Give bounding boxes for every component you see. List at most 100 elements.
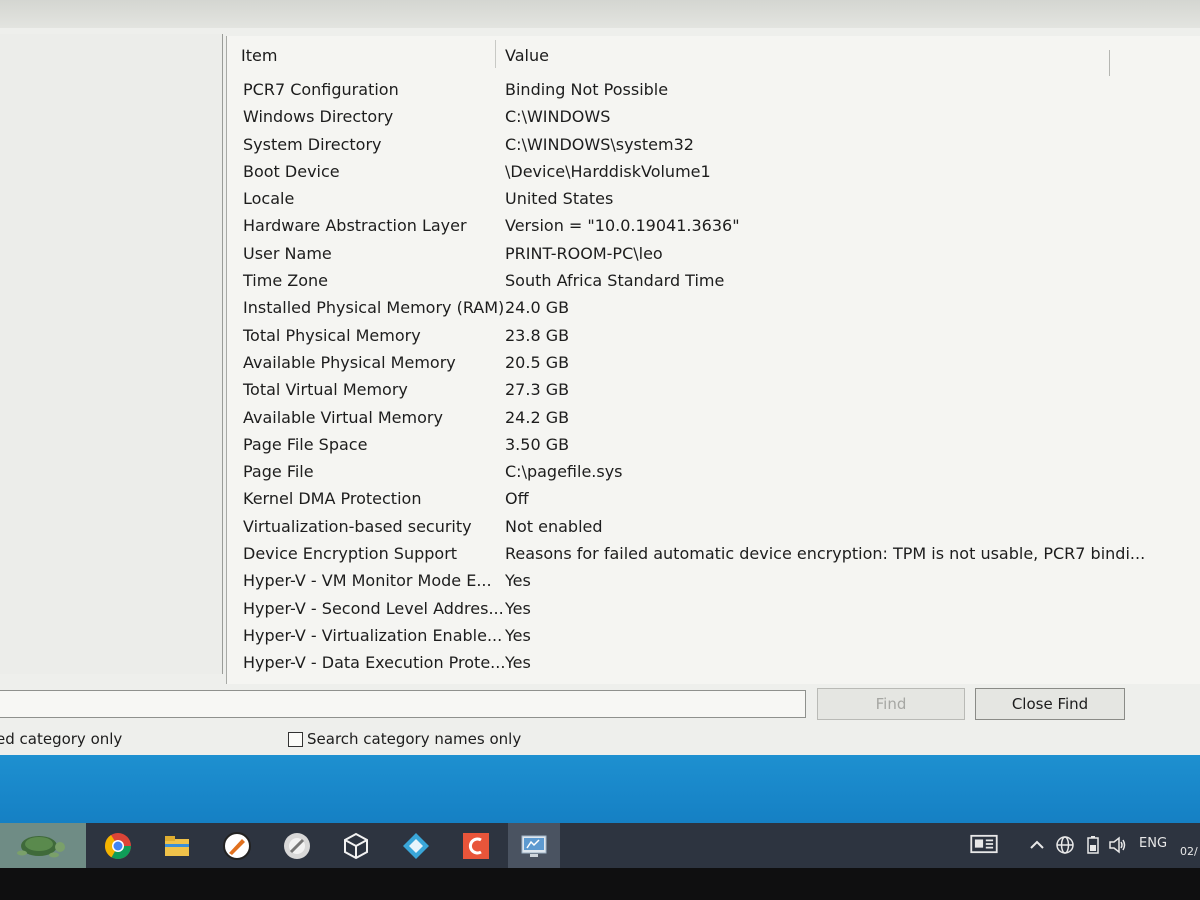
search-selected-category-label[interactable]: ed category only <box>0 730 122 748</box>
bottom-bezel <box>0 868 1200 900</box>
row-value-cell: United States <box>505 189 614 209</box>
table-row[interactable]: Total Virtual Memory 27.3 GB <box>227 376 1200 403</box>
row-item-cell: Windows Directory <box>243 107 394 127</box>
screen: Item Value PCR7 Configuration Binding Not… <box>0 0 1200 900</box>
table-row[interactable]: Hyper-V - Data Execution Prote... Yes <box>227 649 1200 676</box>
list-rows: PCR7 Configuration Binding Not Possible Wi… <box>227 76 1200 677</box>
find-what-input[interactable] <box>0 690 806 718</box>
row-value-cell: C:\WINDOWS\system32 <box>505 134 694 154</box>
table-row[interactable]: Locale United States <box>227 185 1200 212</box>
row-item-cell: Boot Device <box>243 161 340 181</box>
column-header-value[interactable]: Value <box>505 46 549 65</box>
table-row[interactable]: Device Encryption Support Reasons for fai… <box>227 540 1200 567</box>
row-item-cell: Installed Physical Memory (RAM) <box>243 298 505 318</box>
row-item-cell: Hardware Abstraction Layer <box>243 216 467 236</box>
network-globe-icon[interactable] <box>1055 835 1075 855</box>
table-row[interactable]: Kernel DMA Protection Off <box>227 485 1200 512</box>
3d-box-icon[interactable] <box>341 831 371 861</box>
table-row[interactable]: Total Physical Memory 23.8 GB <box>227 322 1200 349</box>
row-value-cell: Yes <box>505 625 531 645</box>
row-value-cell: Off <box>505 489 529 509</box>
row-item-cell: Total Physical Memory <box>243 325 421 345</box>
start-button[interactable] <box>0 823 86 868</box>
row-item-cell: System Directory <box>243 134 382 154</box>
table-row[interactable]: Hyper-V - VM Monitor Mode E... Yes <box>227 567 1200 594</box>
close-find-button[interactable]: Close Find <box>975 688 1125 720</box>
table-row[interactable]: Page File C:\pagefile.sys <box>227 458 1200 485</box>
row-value-cell: 24.0 GB <box>505 298 570 318</box>
desktop-background <box>0 755 1200 823</box>
file-explorer-icon[interactable] <box>162 831 192 861</box>
table-row[interactable]: Available Virtual Memory 24.2 GB <box>227 404 1200 431</box>
chrome-icon[interactable] <box>103 831 133 861</box>
app-icon[interactable] <box>282 831 312 861</box>
row-item-cell: Locale <box>243 189 295 209</box>
row-item-cell: Total Virtual Memory <box>243 380 408 400</box>
list-header: Item Value <box>227 36 1200 76</box>
table-row[interactable]: Hardware Abstraction Layer Version = "10.… <box>227 212 1200 239</box>
column-divider[interactable] <box>495 40 496 68</box>
search-category-names-checkbox[interactable] <box>288 731 303 747</box>
diamond-app-icon[interactable] <box>401 831 431 861</box>
table-row[interactable]: User Name PRINT-ROOM-PC\leo <box>227 240 1200 267</box>
row-value-cell: Yes <box>505 571 531 591</box>
row-value-cell: Binding Not Possible <box>505 80 669 99</box>
chevron-up-icon[interactable] <box>1027 835 1047 855</box>
row-value-cell: Yes <box>505 653 531 673</box>
row-item-cell: Available Virtual Memory <box>243 407 443 427</box>
row-item-cell: Available Physical Memory <box>243 352 456 372</box>
row-item-cell: Device Encryption Support <box>243 544 458 564</box>
row-item-cell: Page File Space <box>243 434 368 454</box>
battery-icon[interactable] <box>1083 835 1103 855</box>
search-category-names-option[interactable]: Search category names only <box>288 730 521 748</box>
taskbar-active-app[interactable] <box>508 823 560 868</box>
row-item-cell: Page File <box>243 462 314 482</box>
find-button[interactable]: Find <box>817 688 965 720</box>
table-row[interactable]: Time Zone South Africa Standard Time <box>227 267 1200 294</box>
system-information-icon <box>521 835 547 857</box>
row-value-cell: 27.3 GB <box>505 380 570 400</box>
row-value-cell: South Africa Standard Time <box>505 271 725 291</box>
table-row[interactable]: Hyper-V - Second Level Addres... Yes <box>227 595 1200 622</box>
column-header-item[interactable]: Item <box>241 46 277 65</box>
table-row[interactable]: PCR7 Configuration Binding Not Possible <box>227 76 1200 103</box>
table-row[interactable]: Installed Physical Memory (RAM) 24.0 GB <box>227 294 1200 321</box>
row-value-cell: 24.2 GB <box>505 407 570 427</box>
row-item-cell: Time Zone <box>243 271 328 291</box>
language-indicator[interactable]: ENG <box>1139 836 1167 851</box>
row-value-cell: \Device\HarddiskVolume1 <box>505 161 711 181</box>
row-item-cell: Hyper-V - Data Execution Prote... <box>243 653 506 673</box>
table-row[interactable]: Hyper-V - Virtualization Enable... Yes <box>227 622 1200 649</box>
row-value-cell: Version = "10.0.19041.3636" <box>505 216 740 236</box>
row-item-cell: Hyper-V - Virtualization Enable... <box>243 625 503 645</box>
table-row[interactable]: System Directory C:\WINDOWS\system32 <box>227 131 1200 158</box>
details-list-view[interactable]: Item Value PCR7 Configuration Binding Not… <box>226 36 1200 685</box>
row-value-cell: C:\pagefile.sys <box>505 462 623 482</box>
row-item-cell: Hyper-V - VM Monitor Mode E... <box>243 571 492 591</box>
column-divider[interactable] <box>1109 50 1110 76</box>
row-item-cell: User Name <box>243 243 332 263</box>
row-value-cell: C:\WINDOWS <box>505 107 611 127</box>
table-row[interactable]: Available Physical Memory 20.5 GB <box>227 349 1200 376</box>
row-value-cell: Not enabled <box>505 516 603 536</box>
row-item-cell: Kernel DMA Protection <box>243 489 422 509</box>
system-information-window: Item Value PCR7 Configuration Binding Not… <box>0 28 1200 755</box>
row-item-cell: PCR7 Configuration <box>243 80 399 99</box>
row-value-cell: PRINT-ROOM-PC\leo <box>505 243 663 263</box>
table-row[interactable]: Windows Directory C:\WINDOWS <box>227 103 1200 130</box>
table-row[interactable]: Virtualization-based security Not enabled <box>227 513 1200 540</box>
red-app-icon[interactable] <box>461 831 491 861</box>
speaker-icon[interactable] <box>1108 835 1128 855</box>
table-row[interactable]: Boot Device \Device\HarddiskVolume1 <box>227 158 1200 185</box>
table-row[interactable]: Page File Space 3.50 GB <box>227 431 1200 458</box>
row-value-cell: 20.5 GB <box>505 352 570 372</box>
category-tree-pane[interactable] <box>0 34 223 674</box>
app-icon[interactable] <box>222 831 252 861</box>
row-value-cell: Yes <box>505 598 531 618</box>
turtle-logo-icon <box>17 836 65 858</box>
search-category-names-label: Search category names only <box>307 730 522 748</box>
row-item-cell: Hyper-V - Second Level Addres... <box>243 598 504 618</box>
row-value-cell: Reasons for failed automatic device encr… <box>505 544 1146 564</box>
news-widget-icon[interactable] <box>969 834 999 854</box>
clock[interactable]: 02/ <box>1180 845 1198 858</box>
